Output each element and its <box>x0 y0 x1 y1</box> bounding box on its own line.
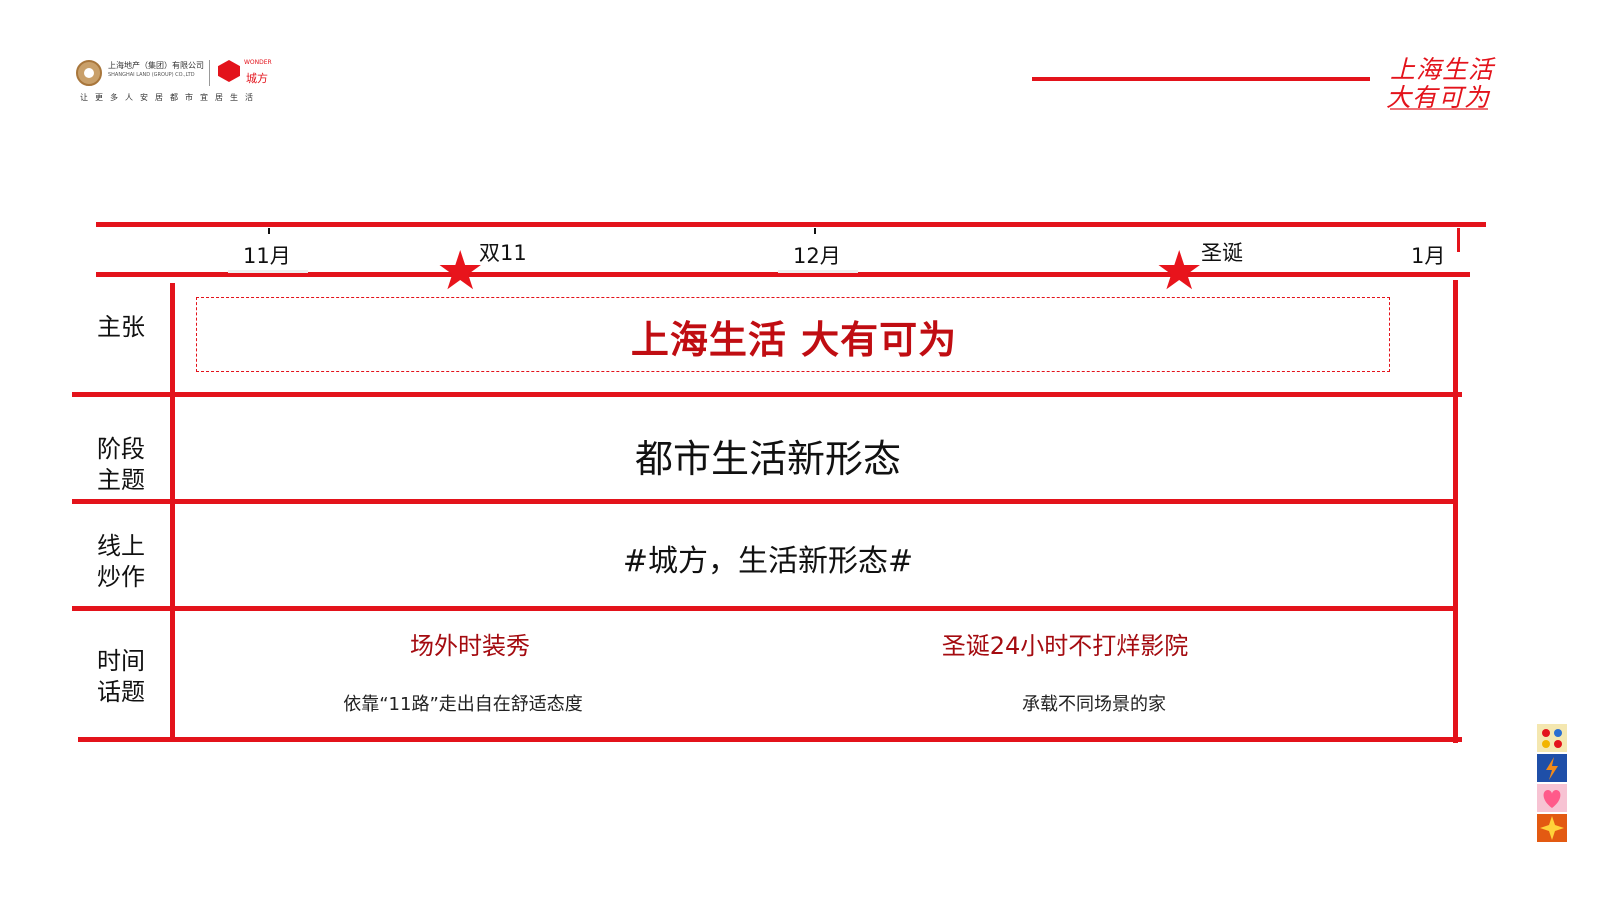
header-rule <box>1032 77 1370 81</box>
row-label-online-hype: 线上 炒作 <box>84 531 158 593</box>
event-label-double11: 双11 <box>479 241 527 265</box>
topic-desc-fashion-show: 依靠“11路”走出自在舒适态度 <box>343 694 583 715</box>
chengfang-logo-icon <box>218 60 240 82</box>
row-label-line1: 阶段 <box>97 435 145 463</box>
month-underline <box>228 270 308 273</box>
row-label-line2: 话题 <box>97 678 145 706</box>
row-label-line2: 主题 <box>97 466 145 494</box>
table-bottom-border <box>78 737 1462 742</box>
month-label-nov: 11月 <box>243 244 291 268</box>
topic-title-cinema: 圣诞24小时不打烊影院 <box>941 632 1189 660</box>
brand-underline <box>1390 108 1488 110</box>
logo-slogan: 让更多人安居都市宜居生活 <box>80 93 260 102</box>
star-icon: ★ <box>436 239 485 302</box>
row-label-line1: 时间 <box>97 647 145 675</box>
star-icon: ★ <box>1155 239 1204 302</box>
timeline-top-line <box>96 222 1486 227</box>
partner-name-cn: 城方 <box>246 72 268 85</box>
timeline-tick <box>814 228 816 234</box>
slogan-box: 上海生活 大有可为 <box>196 297 1390 372</box>
logo-divider <box>209 60 210 86</box>
month-label-jan: 1月 <box>1411 244 1446 268</box>
dots-icon <box>1537 724 1567 752</box>
topic-desc-cinema: 承载不同场景的家 <box>1022 694 1166 715</box>
topic-title-fashion-show: 场外时装秀 <box>410 632 530 660</box>
row-label-line2: 炒作 <box>97 563 145 591</box>
company-name-en: SHANGHAI LAND (GROUP) CO.,LTD <box>108 72 195 78</box>
online-hashtag-text: #城方，生活新形态# <box>622 544 914 579</box>
month-underline <box>778 270 858 273</box>
month-label-dec: 12月 <box>793 244 841 268</box>
stage-theme-text: 都市生活新形态 <box>634 437 901 481</box>
row-label-text: 主张 <box>97 313 145 341</box>
lightning-icon <box>1537 754 1567 782</box>
timeline-end-mark <box>1457 228 1460 252</box>
row-label-time-topic: 时间 话题 <box>84 646 158 708</box>
row-label-stage-theme: 阶段 主题 <box>84 434 158 496</box>
table-label-divider <box>170 283 175 741</box>
table-row-divider <box>72 499 1458 504</box>
brand-mark: 上海生活 大有可为 <box>1386 50 1496 120</box>
company-logo: 上海地产（集团）有限公司 SHANGHAI LAND (GROUP) CO.,L… <box>76 56 286 108</box>
timeline-tick <box>268 228 270 234</box>
table-right-border <box>1453 280 1458 743</box>
row-label-line1: 线上 <box>97 532 145 560</box>
table-row-divider <box>72 606 1458 611</box>
heart-icon <box>1537 784 1567 812</box>
event-label-christmas: 圣诞 <box>1201 241 1243 265</box>
sparkle-icon <box>1537 814 1567 842</box>
row-label-proposition: 主张 <box>84 312 158 343</box>
company-seal-icon <box>76 60 102 86</box>
company-name-cn: 上海地产（集团）有限公司 <box>108 61 204 70</box>
partner-name-en: WONDER <box>244 59 272 66</box>
table-row-divider <box>72 392 1462 397</box>
slogan-text: 上海生活 大有可为 <box>630 318 958 362</box>
